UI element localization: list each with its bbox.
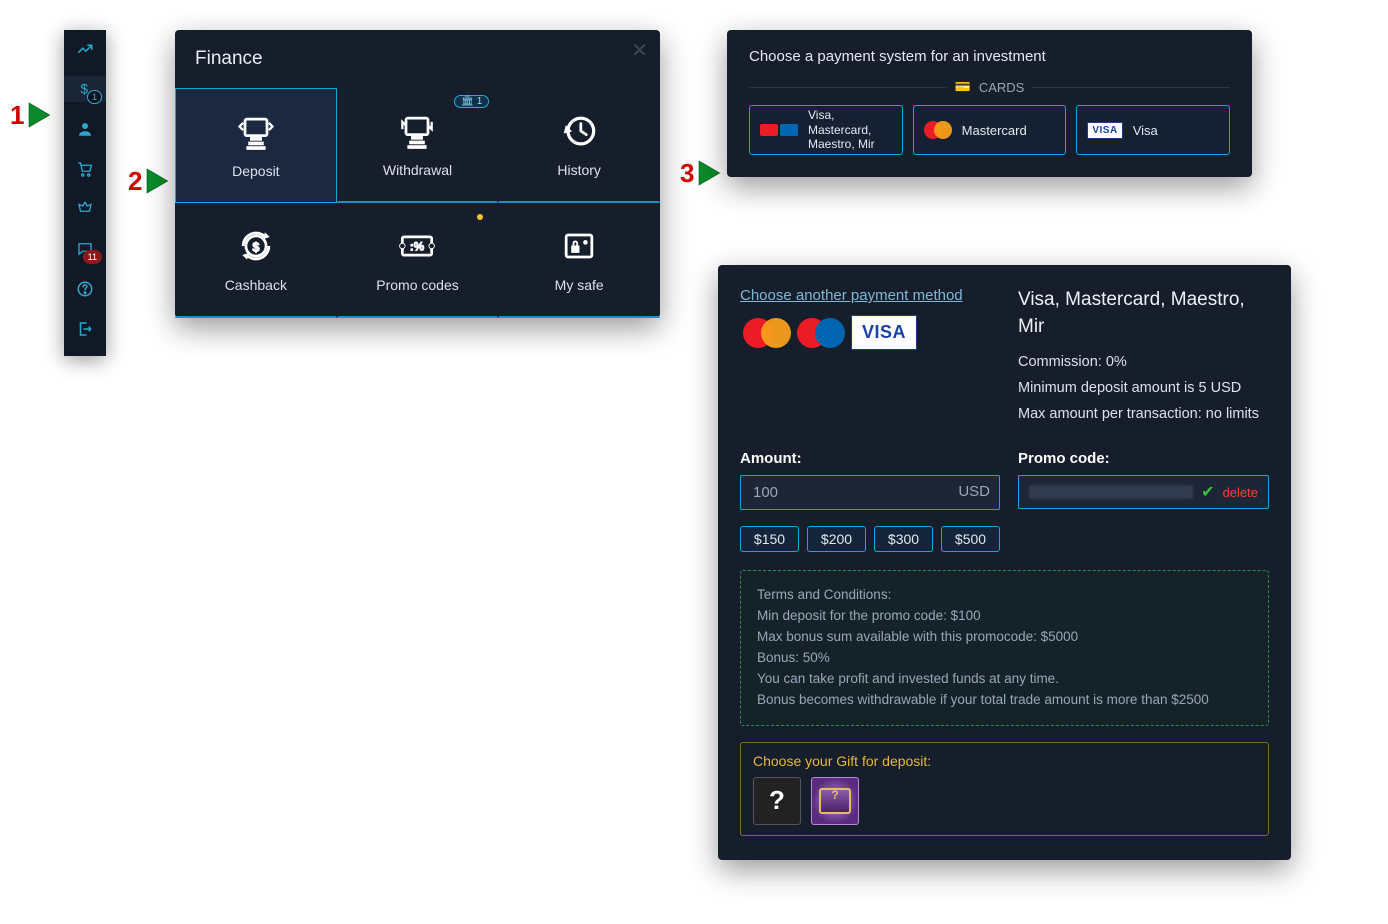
payment-option-multi[interactable]: Visa, Mastercard, Maestro, Mir xyxy=(749,105,903,155)
tile-withdrawal[interactable]: 🏛 1 Withdrawal xyxy=(337,88,499,203)
sidebar-help[interactable] xyxy=(64,276,106,302)
maestro-icon xyxy=(797,318,845,348)
tile-label: Withdrawal xyxy=(383,162,452,178)
terms-line: You can take profit and invested funds a… xyxy=(757,669,1252,690)
sidebar-vip[interactable] xyxy=(64,196,106,222)
finance-panel: ✕ Finance Deposit 🏛 1 Withdrawal History… xyxy=(175,30,660,318)
card-logos-icon xyxy=(760,124,798,136)
sidebar-logout[interactable] xyxy=(64,316,106,342)
tile-history[interactable]: History xyxy=(498,88,660,203)
check-icon: ✔ xyxy=(1201,482,1214,502)
chat-badge: 11 xyxy=(83,250,102,264)
promo-label: Promo code: xyxy=(1018,450,1269,467)
withdrawal-badge: 🏛 1 xyxy=(454,95,489,108)
sidebar: $1 11 xyxy=(64,30,106,356)
payment-option-mastercard[interactable]: Mastercard xyxy=(913,105,1067,155)
promo-input-wrap[interactable]: ✔ delete xyxy=(1018,475,1269,509)
svg-text::%: :% xyxy=(410,240,425,254)
terms-line: Min deposit for the promo code: $100 xyxy=(757,606,1252,627)
tile-label: My safe xyxy=(555,277,604,293)
min-deposit-text: Minimum deposit amount is 5 USD xyxy=(1018,380,1269,396)
payment-title: Choose a payment system for an investmen… xyxy=(749,48,1230,65)
mastercard-icon xyxy=(924,121,952,139)
mastercard-icon xyxy=(743,318,791,348)
sidebar-chart[interactable] xyxy=(64,36,106,62)
terms-title: Terms and Conditions: xyxy=(757,585,1252,606)
commission-text: Commission: 0% xyxy=(1018,354,1269,370)
finance-title: Finance xyxy=(175,48,660,76)
terms-line: Bonus becomes withdrawable if your total… xyxy=(757,690,1252,711)
tile-my-safe[interactable]: My safe xyxy=(498,203,660,318)
svg-text:$: $ xyxy=(252,240,259,255)
tile-label: Promo codes xyxy=(376,277,458,293)
sidebar-finance[interactable]: $1 xyxy=(64,76,106,102)
step-3-marker: 3 xyxy=(680,156,728,190)
step-2-marker: 2 xyxy=(128,164,176,198)
promo-dot-icon xyxy=(477,214,483,220)
sidebar-profile[interactable] xyxy=(64,116,106,142)
tile-cashback[interactable]: $ Cashback xyxy=(175,203,337,318)
quick-amount-500[interactable]: $500 xyxy=(941,526,1000,552)
gift-title: Choose your Gift for deposit: xyxy=(753,753,1256,769)
tile-label: History xyxy=(557,162,601,178)
terms-box: Terms and Conditions: Min deposit for th… xyxy=(740,570,1269,726)
sidebar-chat[interactable]: 11 xyxy=(64,236,106,262)
payment-panel: Choose a payment system for an investmen… xyxy=(727,30,1252,177)
visa-icon: VISA xyxy=(1087,122,1122,139)
tile-label: Deposit xyxy=(232,163,279,179)
finance-badge: 1 xyxy=(87,90,102,104)
visa-icon: VISA xyxy=(851,315,917,350)
deposit-panel: Choose another payment method VISA Visa,… xyxy=(718,265,1291,860)
cards-section-label: 💳CARDS xyxy=(749,79,1230,95)
promo-delete-button[interactable]: delete xyxy=(1223,485,1258,500)
gift-option-mystery[interactable]: ? xyxy=(753,777,801,825)
change-method-link[interactable]: Choose another payment method xyxy=(740,287,963,304)
terms-line: Max bonus sum available with this promoc… xyxy=(757,627,1252,648)
terms-line: Bonus: 50% xyxy=(757,648,1252,669)
currency-label: USD xyxy=(958,483,990,500)
payment-option-label: Visa xyxy=(1133,123,1158,138)
close-icon[interactable]: ✕ xyxy=(631,38,648,63)
step-1-marker: 1 xyxy=(10,98,58,132)
tile-label: Cashback xyxy=(225,277,287,293)
chest-icon xyxy=(819,788,851,814)
quick-amount-200[interactable]: $200 xyxy=(807,526,866,552)
payment-option-visa[interactable]: VISA Visa xyxy=(1076,105,1230,155)
method-title: Visa, Mastercard, Maestro, Mir xyxy=(1018,287,1269,340)
tile-deposit[interactable]: Deposit xyxy=(175,88,337,203)
payment-option-label: Visa, Mastercard, Maestro, Mir xyxy=(808,108,892,151)
gift-option-chest[interactable] xyxy=(811,777,859,825)
max-amount-text: Max amount per transaction: no limits xyxy=(1018,406,1269,422)
payment-option-label: Mastercard xyxy=(962,123,1027,138)
promo-code-masked xyxy=(1029,485,1193,499)
amount-label: Amount: xyxy=(740,450,1000,467)
sidebar-market[interactable] xyxy=(64,156,106,182)
gift-box: Choose your Gift for deposit: ? xyxy=(740,742,1269,836)
quick-amount-150[interactable]: $150 xyxy=(740,526,799,552)
quick-amount-300[interactable]: $300 xyxy=(874,526,933,552)
method-logos: VISA xyxy=(740,315,920,350)
tile-promo-codes[interactable]: :% Promo codes xyxy=(337,203,499,318)
